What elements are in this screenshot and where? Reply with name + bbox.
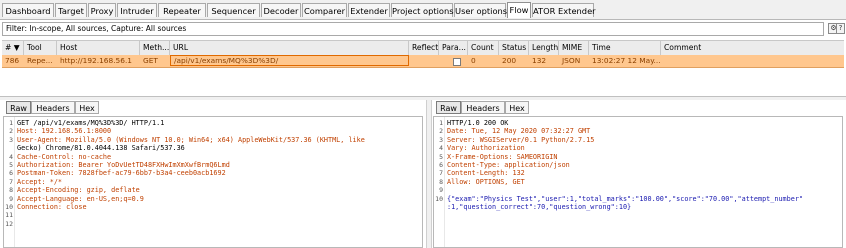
col-header-mime[interactable]: MIME	[559, 41, 589, 55]
response-editor[interactable]: 1 HTTP/1.0 200 OK 2 Date: Tue, 12 May 2020 …	[433, 116, 843, 248]
col-header-reflect[interactable]: Reflect	[409, 41, 439, 55]
code-line: Postman-Token: 7828fbef-ac79-6bb7-b3a4-c…	[17, 169, 226, 178]
response-tab-raw[interactable]: Raw	[436, 101, 461, 114]
code-line: Accept: */*	[17, 177, 63, 186]
horizontal-splitter[interactable]	[0, 96, 846, 100]
line-number: 7	[9, 177, 13, 186]
line-number: 3	[9, 135, 13, 144]
request-editor[interactable]: 1 GET /api/v1/exams/MQ%3D%3D/ HTTP/1.1 2 Ho…	[3, 116, 423, 248]
request-tab-headers[interactable]: Headers	[31, 101, 75, 114]
tab-comparer[interactable]: Comparer	[302, 3, 347, 17]
request-tab-raw[interactable]: Raw	[6, 101, 31, 114]
tab-sequencer[interactable]: Sequencer	[207, 3, 260, 17]
tab-flow[interactable]: Flow	[507, 2, 531, 18]
col-header-time[interactable]: Time	[589, 41, 661, 55]
col-header-method[interactable]: Meth...	[140, 41, 170, 55]
code-line: HTTP/1.0 200 OK	[447, 119, 509, 127]
line-number: 2	[9, 127, 13, 136]
code-line: :1,"question_correct":70,"question_wrong…	[447, 203, 632, 211]
code-line: Connection: close	[17, 203, 87, 211]
line-number: 11	[5, 211, 13, 220]
code-line: Authorization: Bearer YoDvUetTD48FXHwImX…	[17, 161, 230, 169]
tab-ator-extender[interactable]: ATOR Extender	[532, 3, 596, 17]
col-header-params[interactable]: Para...	[439, 41, 468, 55]
line-number: 9	[9, 194, 13, 203]
cell-num: 786	[5, 56, 20, 65]
cell-time: 13:02:27 12 May...	[592, 56, 661, 65]
col-header-length[interactable]: Length	[529, 41, 559, 55]
line-number: 1	[9, 119, 13, 127]
code-line: Host: 192.168.56.1:8000	[17, 127, 112, 136]
cell-url: /api/v1/exams/MQ%3D%3D/	[170, 55, 409, 66]
vertical-splitter[interactable]	[426, 100, 432, 248]
col-header-count[interactable]: Count	[468, 41, 499, 55]
help-icon[interactable]: ?	[836, 23, 845, 34]
line-number: 6	[439, 161, 443, 169]
col-header-comment[interactable]: Comment	[661, 41, 844, 55]
tab-repeater[interactable]: Repeater	[158, 3, 206, 17]
line-number: 4	[9, 152, 13, 161]
tab-extender[interactable]: Extender	[348, 3, 390, 17]
line-number: 9	[439, 186, 443, 195]
table-row[interactable]: 786 Repe... http://192.168.56.1 GET /api…	[2, 55, 844, 68]
line-number: 6	[9, 169, 13, 178]
filter-text: Filter: In-scope, All sources, Capture: …	[6, 24, 187, 33]
line-number: 7	[439, 169, 443, 178]
line-number: 10	[5, 203, 13, 211]
code-line: Gecko) Chrome/81.0.4044.138 Safari/537.3…	[17, 144, 185, 153]
code-line: Content-Length: 132	[447, 169, 525, 178]
line-number: 10	[435, 194, 443, 203]
cell-count: 0	[471, 56, 476, 65]
code-line: User-Agent: Mozilla/5.0 (Windows NT 10.0…	[17, 135, 365, 144]
request-tab-hex[interactable]: Hex	[75, 101, 99, 114]
tab-decoder[interactable]: Decoder	[261, 3, 301, 17]
cell-mime: JSON	[562, 56, 581, 65]
col-header-status[interactable]: Status	[499, 41, 529, 55]
col-header-url[interactable]: URL	[170, 41, 409, 55]
response-tab-hex[interactable]: Hex	[505, 101, 529, 114]
code-line: Vary: Authorization	[447, 144, 525, 153]
code-line: Date: Tue, 12 May 2020 07:32:27 GMT	[447, 127, 591, 136]
cell-method: GET	[143, 56, 158, 65]
params-checkbox[interactable]	[453, 58, 461, 66]
tab-project-options[interactable]: Project options	[391, 3, 454, 17]
tab-intruder[interactable]: Intruder	[117, 3, 157, 17]
line-number: 4	[439, 144, 443, 153]
cell-host: http://192.168.56.1	[60, 56, 133, 65]
table-header: # ▼ Tool Host Meth... URL Reflect Para..…	[2, 40, 844, 56]
main-tab-bar: Dashboard Target Proxy Intruder Repeater Sequ…	[0, 0, 846, 20]
line-number: 2	[439, 127, 443, 136]
cell-length: 132	[532, 56, 547, 65]
code-line: Accept-Encoding: gzip, deflate	[17, 186, 140, 195]
filter-bar[interactable]: Filter: In-scope, All sources, Capture: …	[2, 22, 824, 36]
code-line: Accept-Language: en-US,en;q=0.9	[17, 194, 144, 203]
col-header-host[interactable]: Host	[57, 41, 140, 55]
line-number: 1	[439, 119, 443, 127]
tab-proxy[interactable]: Proxy	[88, 3, 116, 17]
col-header-num[interactable]: # ▼	[2, 41, 24, 55]
code-line: Allow: OPTIONS, GET	[447, 177, 525, 186]
code-line: {"exam":"Physics Test","user":1,"total_m…	[447, 194, 804, 203]
code-line: Server: WSGIServer/0.1 Python/2.7.15	[447, 135, 595, 144]
line-number: 12	[5, 219, 13, 228]
line-number: 5	[439, 152, 443, 161]
col-header-tool[interactable]: Tool	[24, 41, 57, 55]
cell-tool: Repe...	[27, 56, 53, 65]
line-number: 8	[439, 177, 443, 186]
code-line: Content-Type: application/json	[447, 161, 570, 169]
line-number: 3	[439, 135, 443, 144]
tab-target[interactable]: Target	[55, 3, 87, 17]
line-number: 5	[9, 161, 13, 169]
line-number: 8	[9, 186, 13, 195]
code-line: X-Frame-Options: SAMEORIGIN	[447, 152, 558, 161]
response-tab-headers[interactable]: Headers	[461, 101, 505, 114]
code-line: GET /api/v1/exams/MQ%3D%3D/ HTTP/1.1	[17, 119, 165, 127]
code-line: Cache-Control: no-cache	[17, 152, 112, 161]
tab-dashboard[interactable]: Dashboard	[2, 3, 54, 17]
cell-status: 200	[502, 56, 517, 65]
tab-user-options[interactable]: User options	[454, 3, 507, 17]
